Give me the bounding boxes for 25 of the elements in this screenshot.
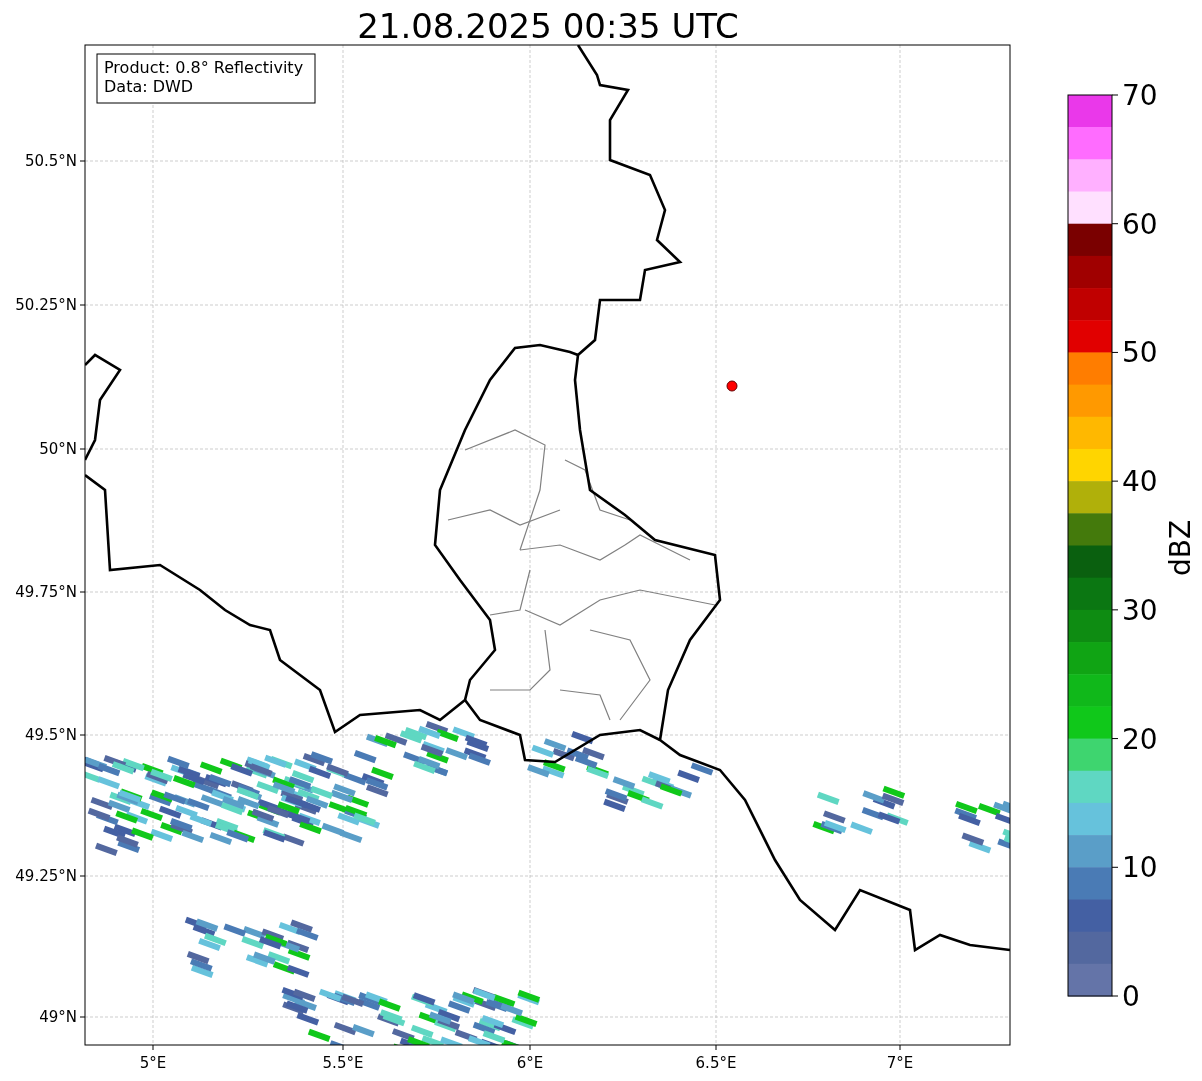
- colorbar-tick-label: 70: [1122, 79, 1158, 112]
- longitude-label: 7°E: [886, 1054, 914, 1072]
- colorbar-tick-label: 60: [1122, 207, 1158, 241]
- info-text: Data: DWD: [104, 77, 194, 96]
- longitude-label: 5°E: [139, 1054, 167, 1072]
- latitude-label: 50.5°N: [24, 152, 77, 170]
- latitude-label: 49°N: [39, 1008, 77, 1026]
- longitude-label: 6.5°E: [695, 1054, 737, 1072]
- colorbar-tick-label: 0: [1122, 980, 1140, 1013]
- colorbar-tick-label: 40: [1122, 465, 1158, 499]
- latitude-label: 50.25°N: [15, 296, 77, 314]
- colorbar-tick-label: 30: [1122, 593, 1158, 627]
- info-text: Product: 0.8° Reflectivity: [104, 58, 304, 77]
- colorbar-tick-label: 10: [1122, 851, 1158, 885]
- chart-title: 21.08.2025 00:35 UTC: [357, 6, 739, 46]
- longitude-label: 5.5°E: [322, 1054, 364, 1072]
- longitude-label: 6°E: [516, 1054, 544, 1072]
- colorbar-tick-label: 20: [1122, 722, 1158, 756]
- latitude-label: 50°N: [39, 440, 77, 458]
- latitude-label: 49.5°N: [24, 726, 77, 744]
- latitude-label: 49.25°N: [15, 867, 77, 885]
- latitude-label: 49.75°N: [15, 583, 77, 601]
- colorbar-label: dBZ: [1164, 519, 1197, 577]
- location-marker: [726, 380, 738, 392]
- colorbar-tick-label: 50: [1122, 336, 1158, 370]
